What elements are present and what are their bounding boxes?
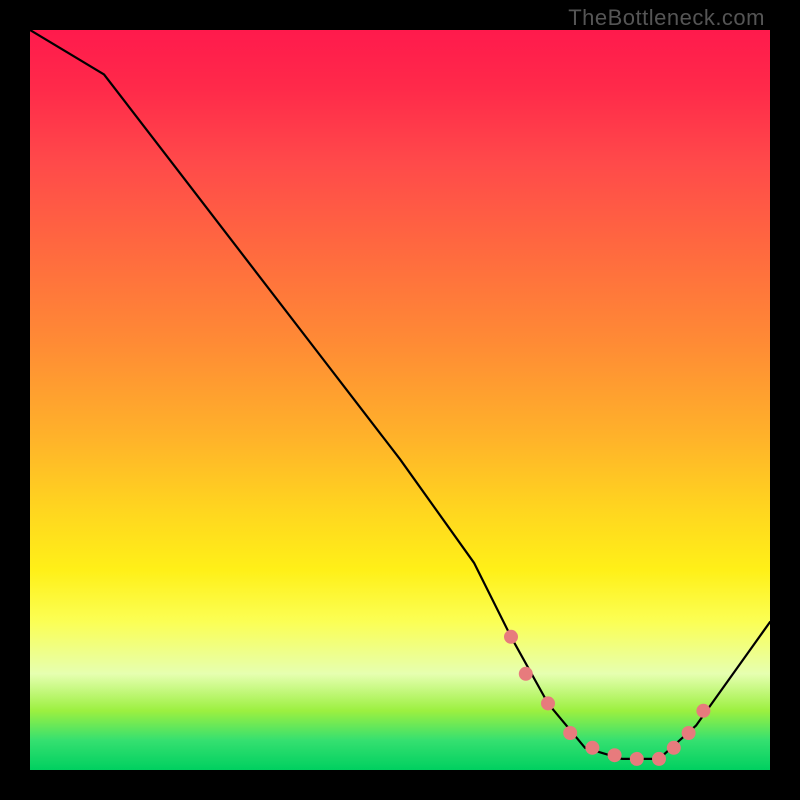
chart-markers [504, 630, 710, 766]
marker-dot [541, 696, 555, 710]
marker-dot [519, 667, 533, 681]
chart-line [30, 30, 770, 759]
marker-dot [696, 704, 710, 718]
marker-dot [585, 741, 599, 755]
chart-svg [30, 30, 770, 770]
plot-area [30, 30, 770, 770]
chart-frame: TheBottleneck.com [0, 0, 800, 800]
watermark-label: TheBottleneck.com [568, 5, 765, 31]
marker-dot [682, 726, 696, 740]
marker-dot [667, 741, 681, 755]
marker-dot [504, 630, 518, 644]
marker-dot [652, 752, 666, 766]
marker-dot [563, 726, 577, 740]
marker-dot [608, 748, 622, 762]
marker-dot [630, 752, 644, 766]
